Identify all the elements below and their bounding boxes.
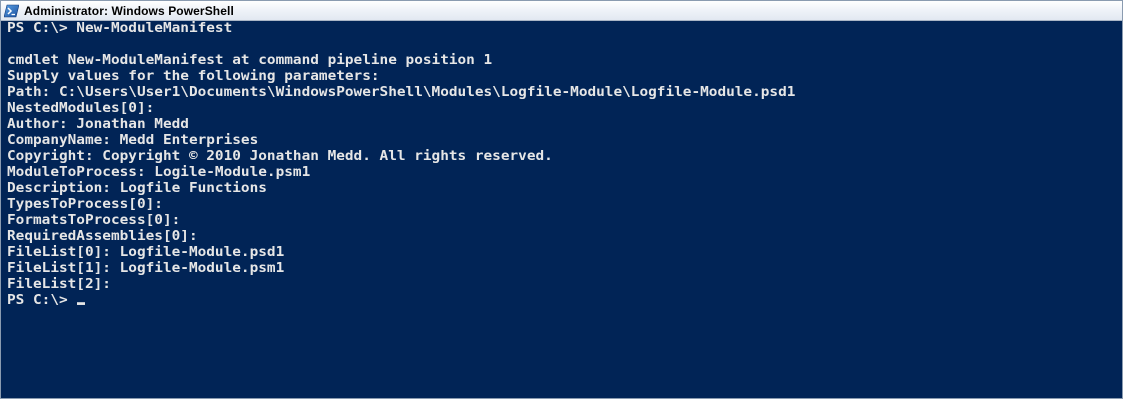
console-line: FileList[0]: Logfile-Module.psd1 (7, 245, 285, 260)
prompt-line[interactable]: PS C:\> (7, 293, 795, 308)
console-output: PS C:\> New-ModuleManifest cmdlet New-Mo… (7, 21, 795, 309)
console-line: FormatsToProcess[0]: (7, 213, 181, 228)
console-line: TypesToProcess[0]: (7, 197, 163, 212)
console-line: CompanyName: Medd Enterprises (7, 133, 259, 148)
console-area[interactable]: PS C:\> New-ModuleManifest cmdlet New-Mo… (1, 21, 1122, 398)
window-title: Administrator: Windows PowerShell (24, 3, 234, 18)
console-line: ModuleToProcess: Logile-Module.psm1 (7, 165, 311, 180)
console-line: Description: Logfile Functions (7, 181, 267, 196)
console-line: Path: C:\Users\User1\Documents\WindowsPo… (7, 85, 796, 100)
console-line: FileList[2]: (7, 277, 111, 292)
console-line: Copyright: Copyright © 2010 Jonathan Med… (7, 149, 553, 164)
console-line: PS C:\> New-ModuleManifest (7, 21, 233, 36)
powershell-icon (4, 4, 19, 17)
console-line: NestedModules[0]: (7, 101, 155, 116)
prompt-text: PS C:\> (7, 293, 77, 308)
console-line: RequiredAssemblies[0]: (7, 229, 198, 244)
powershell-window: Administrator: Windows PowerShell PS C:\… (0, 0, 1123, 399)
console-line: FileList[1]: Logfile-Module.psm1 (7, 261, 285, 276)
text-cursor (77, 302, 86, 305)
console-line: Supply values for the following paramete… (7, 69, 380, 84)
console-line: Author: Jonathan Medd (7, 117, 189, 132)
title-bar[interactable]: Administrator: Windows PowerShell (1, 1, 1122, 21)
console-line: cmdlet New-ModuleManifest at command pip… (7, 53, 493, 68)
